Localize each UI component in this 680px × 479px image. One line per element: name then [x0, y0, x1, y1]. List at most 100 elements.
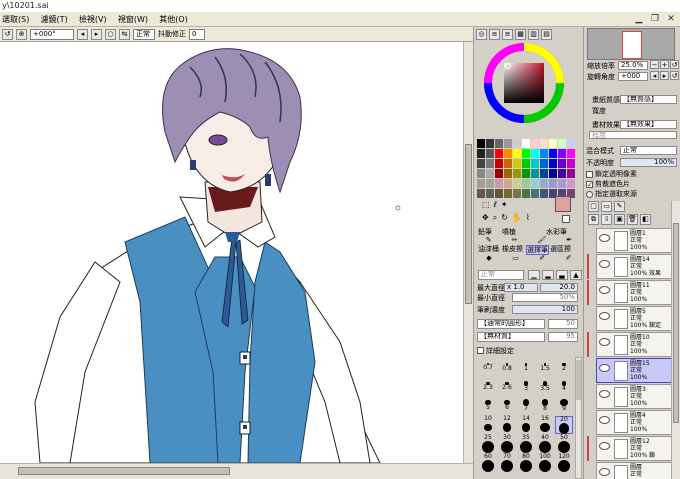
visibility-icon[interactable]	[599, 260, 610, 268]
swatch-tab-icon[interactable]: ▥	[528, 29, 539, 40]
select-pen-icon[interactable]: ✐	[539, 254, 545, 263]
new-layer-icon[interactable]: □	[588, 201, 599, 212]
visibility-icon[interactable]	[599, 338, 610, 346]
visibility-icon[interactable]	[599, 390, 610, 398]
current-color-swatch[interactable]	[555, 196, 571, 212]
density-value[interactable]: 100	[512, 305, 578, 314]
max-size-value[interactable]: 20.0	[540, 283, 578, 292]
paper-effect-select[interactable]: 【無效果】	[620, 120, 677, 129]
brush-size-preset[interactable]: 3.5	[536, 378, 554, 396]
clipping-checkbox[interactable]: ✓	[586, 181, 593, 189]
zoom-reset-icon[interactable]: ↺	[670, 60, 679, 69]
magic-wand-icon[interactable]: ✦	[501, 200, 508, 209]
size-multiplier[interactable]: x 1.0	[504, 283, 538, 292]
blend-mode-select[interactable]: 正常	[133, 28, 155, 40]
menu-view[interactable]: 檢視(V)	[79, 12, 116, 27]
brush-shape-value[interactable]: 50	[548, 319, 578, 329]
min-size-value[interactable]: 50%	[512, 293, 578, 302]
brush-size-preset[interactable]: 40	[536, 435, 554, 453]
tool-deselect-pen[interactable]: 選區擦	[550, 245, 571, 253]
opacity-field[interactable]: 100%	[620, 158, 677, 167]
layer-item[interactable]: 圖層10 正常 100%	[596, 332, 671, 357]
copy-layer-icon[interactable]: ⧉	[588, 214, 599, 225]
brush-size-preset[interactable]: 4	[555, 378, 573, 396]
horizontal-scroll-thumb[interactable]	[18, 467, 230, 475]
visibility-icon[interactable]	[599, 364, 610, 372]
brush-size-preset[interactable]: 0.8	[498, 359, 516, 377]
drawing-canvas[interactable]	[0, 42, 463, 463]
canvas-horizontal-scrollbar[interactable]	[0, 463, 473, 479]
layer-item[interactable]: 圖層5 正常 100% 鎖定	[596, 306, 671, 331]
bucket-icon[interactable]: ◆	[486, 254, 491, 263]
delete-layer-icon[interactable]: 🗑	[627, 214, 638, 225]
layer-item[interactable]: 圖層 正常	[596, 462, 671, 479]
brush-size-preset[interactable]: 60	[479, 454, 497, 472]
lock-alpha-checkbox[interactable]	[586, 171, 593, 178]
layer-item[interactable]: 圖層14 正常 100% 效果	[596, 254, 671, 279]
brush-size-preset[interactable]: 1.5	[536, 359, 554, 377]
eraser-icon[interactable]: ▭	[512, 254, 519, 263]
tool-watercolor[interactable]: 水彩筆	[546, 228, 567, 236]
brush-size-preset[interactable]: 2.3	[479, 378, 497, 396]
detail-checkbox[interactable]	[477, 347, 484, 354]
merge-down-icon[interactable]: ⇩	[601, 214, 612, 225]
visibility-icon[interactable]	[599, 286, 610, 294]
brush-size-preset[interactable]: 8	[536, 397, 554, 415]
zoom-in-icon[interactable]: +	[660, 60, 669, 69]
pencil-icon[interactable]: ✎	[486, 236, 492, 245]
tip-sharp-icon[interactable]: ▲	[570, 270, 582, 280]
vertical-scroll-thumb[interactable]	[465, 144, 472, 304]
zoom-out-icon[interactable]: −	[650, 60, 659, 69]
visibility-icon[interactable]	[599, 234, 610, 242]
brush-size-preset[interactable]: 10	[479, 416, 497, 434]
reset-rotate-icon[interactable]: ○	[105, 28, 116, 40]
layer-item[interactable]: 圖層3 正常 100%	[596, 384, 671, 409]
color-wheel[interactable]	[484, 43, 564, 123]
brush-size-preset[interactable]: 120	[555, 454, 573, 472]
brush-size-preset[interactable]: 14	[517, 416, 535, 434]
navigator-preview[interactable]	[587, 28, 675, 60]
brush-size-preset[interactable]: 80	[517, 454, 535, 472]
rotate-tool-icon[interactable]: ↻	[501, 213, 508, 223]
menu-filter[interactable]: 濾鏡(T)	[41, 12, 77, 27]
layer-item[interactable]: 圖層15 正常 100%	[596, 358, 671, 383]
layer-item[interactable]: 圖層4 正常 100%	[596, 410, 671, 435]
zoom-icon[interactable]: ⊕	[16, 28, 27, 40]
rotate-ccw-icon[interactable]: ◂	[650, 71, 659, 80]
brush-size-preset[interactable]: 70	[498, 454, 516, 472]
brush-size-preset[interactable]: 2	[555, 359, 573, 377]
layer-item[interactable]: 圖層12 正常 100% 鎖	[596, 436, 671, 461]
layer-item[interactable]: 圖層1 正常 100%	[596, 228, 671, 253]
brush-size-preset[interactable]: 3	[517, 378, 535, 396]
marker-icon[interactable]: ✒	[566, 236, 572, 245]
effect-degree-field[interactable]: 程度	[589, 131, 677, 139]
brush-size-preset[interactable]: 9	[555, 397, 573, 415]
brush-size-preset[interactable]: 20	[555, 416, 573, 434]
tip-soft-icon[interactable]: ▂	[542, 270, 554, 280]
stabilizer-field[interactable]: 0	[189, 28, 205, 40]
layer-item[interactable]: 圖層11 正常 100%	[596, 280, 671, 305]
menu-other[interactable]: 其他(O)	[159, 12, 197, 27]
blend-mode-select[interactable]: 正常	[620, 146, 677, 155]
restore-icon[interactable]: ❐	[649, 13, 661, 25]
visibility-icon[interactable]	[599, 416, 610, 424]
brush-icon[interactable]: 🖌	[537, 236, 546, 245]
brush-size-preset[interactable]: 0.7	[479, 359, 497, 377]
brush-size-preset[interactable]: 30	[498, 435, 516, 453]
color-wheel-tab-icon[interactable]: ◎	[476, 29, 487, 40]
brush-shape-select[interactable]: 【通常的圓形】	[477, 319, 545, 329]
move-icon[interactable]: ✥	[482, 213, 489, 223]
brush-size-preset[interactable]: 6	[498, 397, 516, 415]
deselect-pen-icon[interactable]: ✐	[566, 254, 572, 263]
paper-texture-select[interactable]: 【無質感】	[620, 95, 677, 104]
zoom-tool-icon[interactable]: ⌕	[493, 213, 497, 223]
hand-icon[interactable]: ✋	[512, 213, 522, 223]
rotate-field[interactable]: +000	[618, 72, 648, 81]
selection-source-radio[interactable]	[586, 191, 593, 198]
tool-pencil[interactable]: 鉛筆	[478, 228, 492, 236]
eyedropper-icon[interactable]: ⌇	[526, 213, 530, 223]
rect-select-icon[interactable]: ⬚	[482, 200, 490, 209]
visibility-icon[interactable]	[599, 442, 610, 450]
angle-field[interactable]: +000°	[30, 28, 74, 40]
new-folder-icon[interactable]: ▭	[601, 201, 612, 212]
